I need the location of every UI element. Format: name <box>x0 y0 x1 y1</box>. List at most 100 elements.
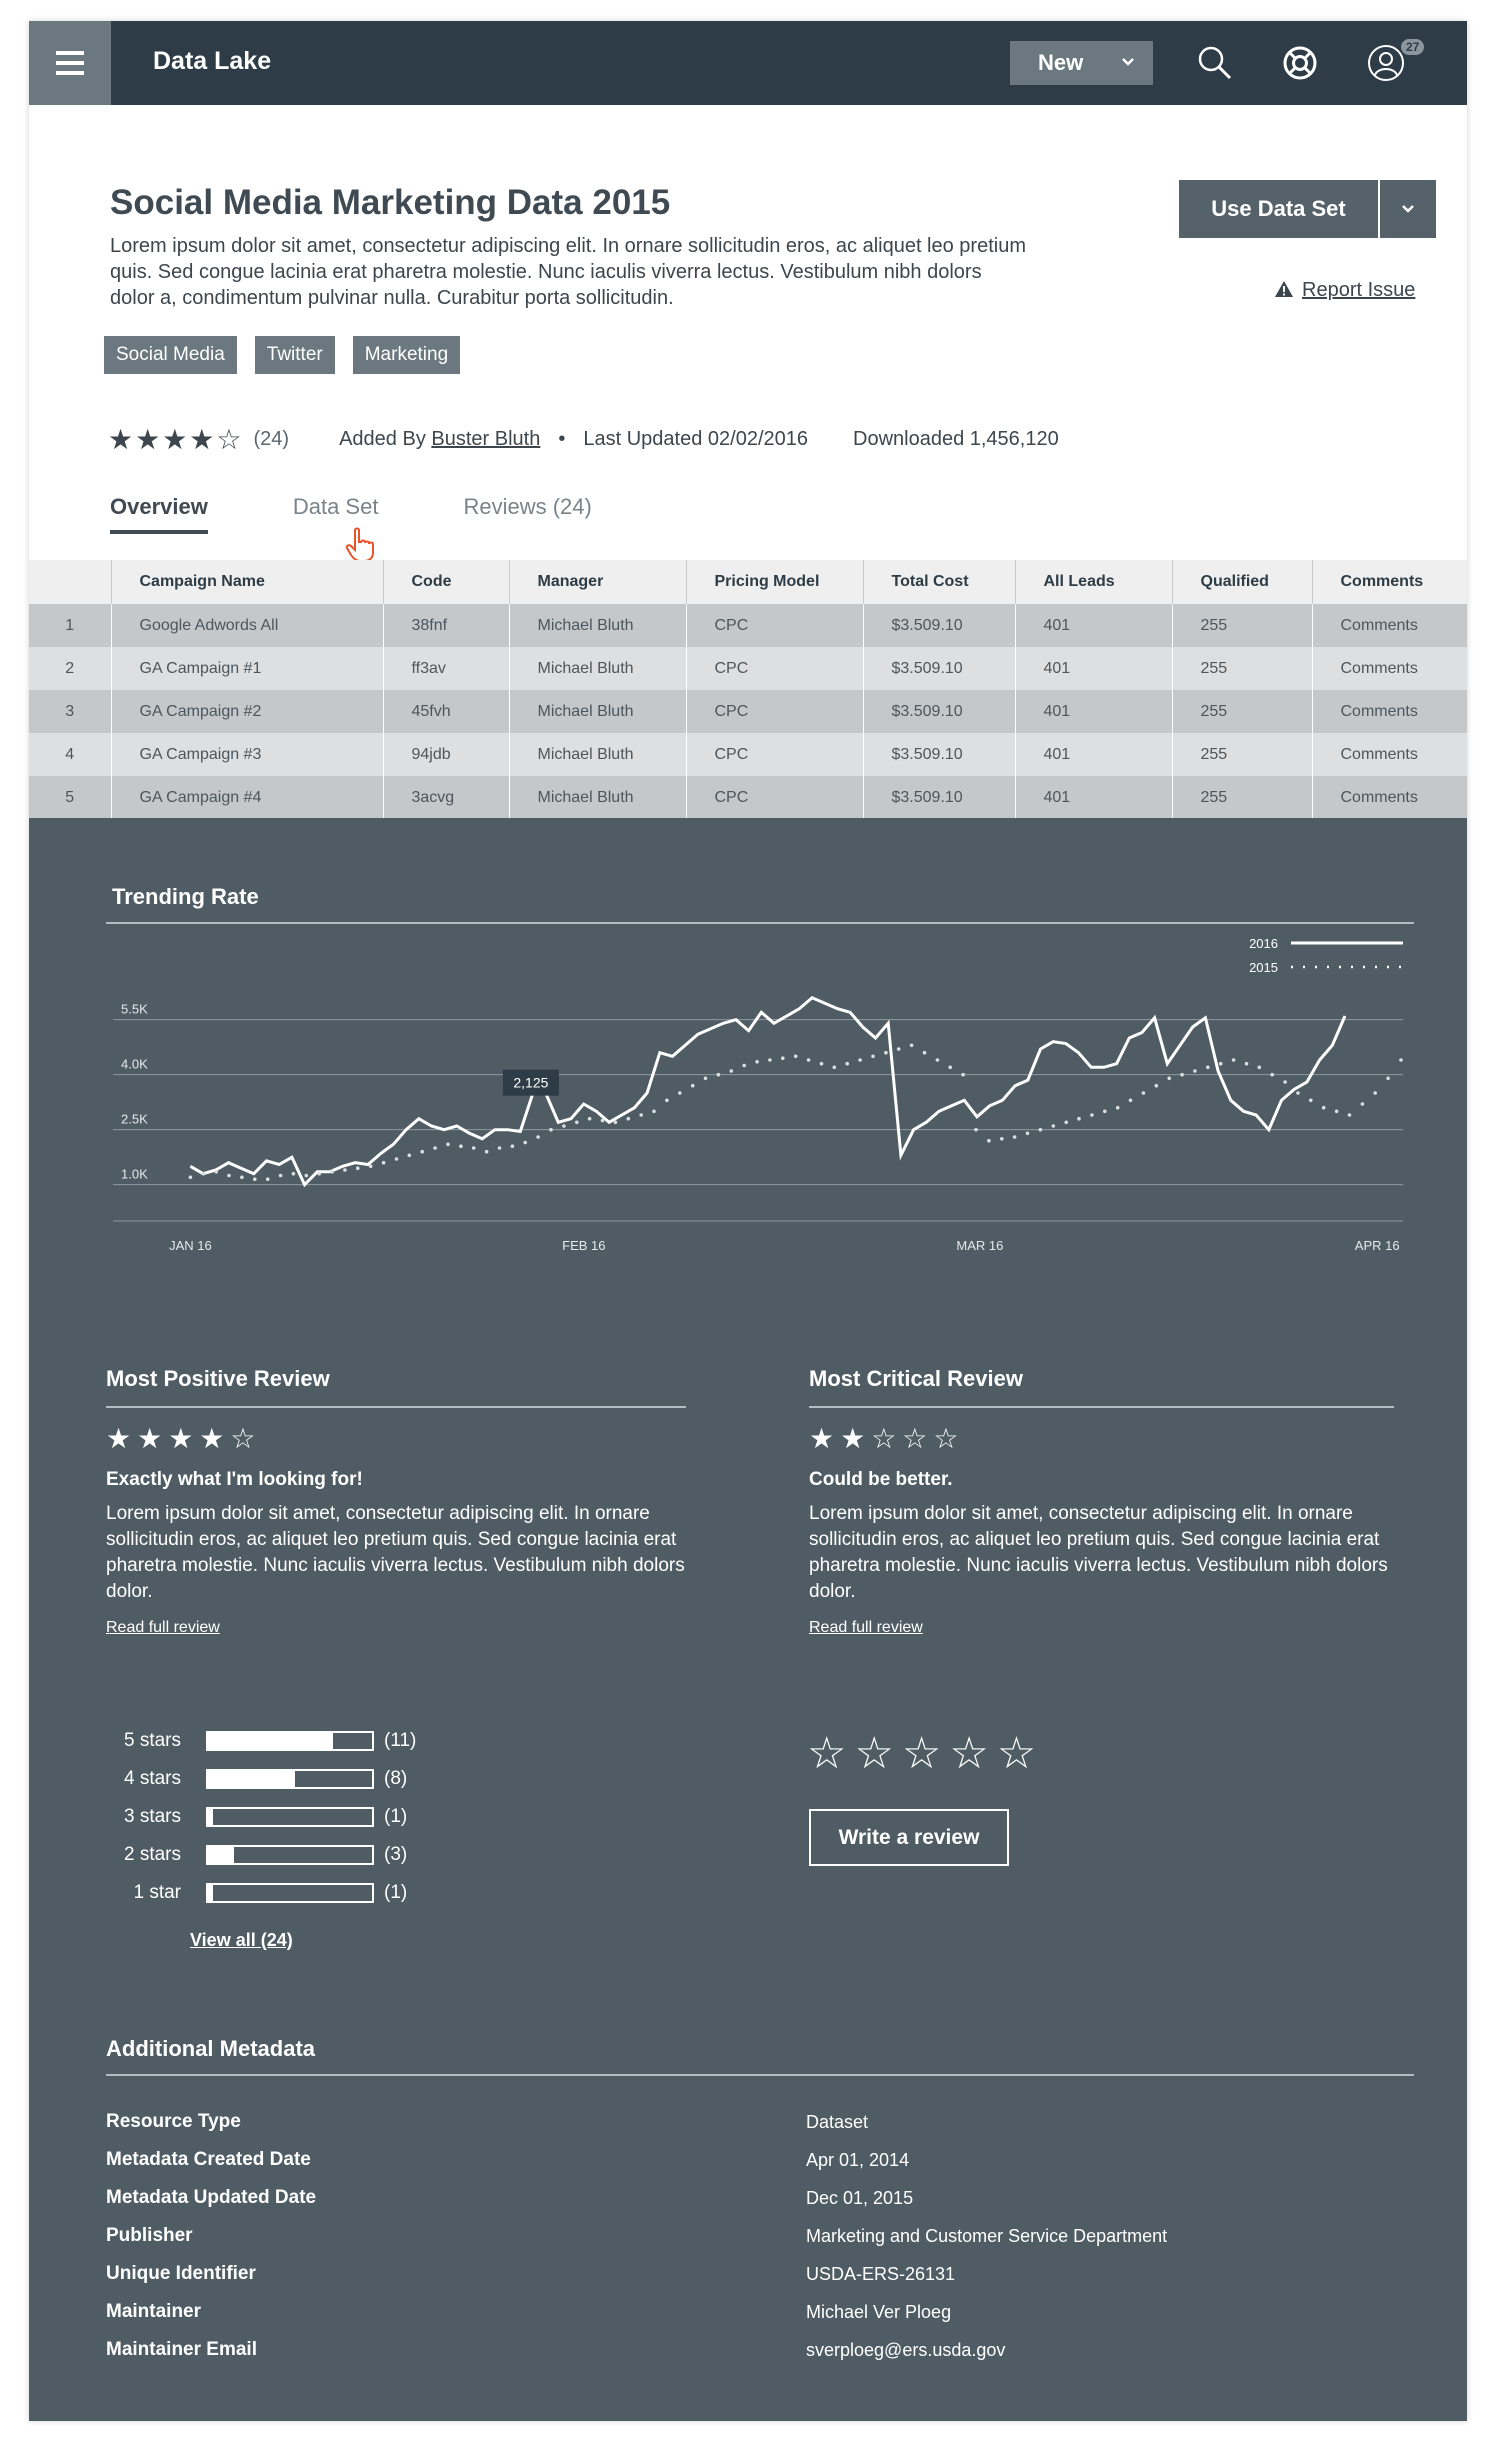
table-cell[interactable]: Comments <box>1311 647 1467 690</box>
column-header[interactable]: Manager <box>508 560 686 604</box>
data-point-2015 <box>1167 1076 1171 1081</box>
column-header[interactable]: Campaign Name <box>110 560 383 604</box>
table-row[interactable]: 2 GA Campaign #1 ff3av Michael Bluth CPC $3.5… <box>29 647 1467 690</box>
tab-reviews-label: Reviews <box>463 494 547 519</box>
metadata-key: Metadata Created Date <box>106 2149 311 2170</box>
chart-title: Trending Rate <box>112 884 259 909</box>
rating-distribution: 5 stars (11) 4 stars (8) 3 stars (1) 2 stars (3… <box>106 1722 416 1912</box>
search-icon[interactable] <box>1195 43 1235 83</box>
data-point-2015 <box>1154 1083 1159 1088</box>
table-row[interactable]: 5 GA Campaign #4 3acvg Michael Bluth CPC $3.5… <box>29 776 1467 819</box>
table-cell: CPC <box>685 733 863 776</box>
data-point-2015 <box>317 1171 321 1176</box>
data-point-2015 <box>935 1058 940 1062</box>
table-cell: 401 <box>1014 647 1172 690</box>
data-point-2015 <box>1334 1109 1339 1114</box>
tab-reviews[interactable]: Reviews (24) <box>463 494 591 534</box>
rating-distribution-row[interactable]: 2 stars (3) <box>106 1836 416 1874</box>
data-point-2015 <box>1347 1113 1352 1117</box>
menu-button[interactable] <box>29 21 111 105</box>
metadata-key: Publisher <box>106 2225 193 2246</box>
review-body: Lorem ipsum dolor sit amet, consectetur … <box>809 1503 1388 1602</box>
metadata-row: Metadata Updated Date Dec 01, 2015 <box>106 2179 1436 2217</box>
x-tick-label: FEB 16 <box>562 1238 605 1253</box>
new-button-label: New <box>1038 50 1084 75</box>
data-point-2015 <box>265 1177 270 1181</box>
tab-overview[interactable]: Overview <box>110 494 208 534</box>
most-critical-review: Most Critical Review ★★☆☆☆ Could be bett… <box>809 1366 1394 1637</box>
data-point-2015 <box>1386 1076 1390 1081</box>
column-header[interactable]: All Leads <box>1014 560 1172 604</box>
data-point-2015 <box>446 1142 450 1147</box>
rating-bar-fill <box>208 1733 333 1749</box>
new-button[interactable]: New <box>1010 41 1153 85</box>
dataset-meta-row: ★★★★☆ (24) Added By Buster Bluth • Last … <box>108 423 1059 456</box>
notification-badge: 27 <box>1401 39 1425 55</box>
tab-bar: Overview Data Set Reviews (24) <box>110 494 677 534</box>
table-cell: Michael Bluth <box>508 604 686 647</box>
data-point-2015 <box>188 1175 193 1180</box>
report-issue-link[interactable]: Report Issue <box>1274 279 1415 302</box>
tag[interactable]: Marketing <box>352 336 461 374</box>
table-cell: $3.509.10 <box>862 733 1015 776</box>
data-point-2015 <box>201 1171 206 1176</box>
rating-label: 4 stars <box>123 1768 181 1789</box>
data-point-2015 <box>368 1164 373 1169</box>
data-point-2015 <box>1244 1061 1249 1066</box>
metadata-row: Maintainer Michael Ver Ploeg <box>106 2293 1436 2331</box>
rating-distribution-row[interactable]: 3 stars (1) <box>106 1798 416 1836</box>
column-header[interactable] <box>29 560 111 604</box>
column-header[interactable]: Total Cost <box>862 560 1015 604</box>
use-data-set-button[interactable]: Use Data Set <box>1179 180 1378 238</box>
column-header[interactable]: Code <box>382 560 509 604</box>
read-full-review-link[interactable]: Read full review <box>809 1619 923 1637</box>
table-row[interactable]: 3 GA Campaign #2 45fvh Michael Bluth CPC $3.5… <box>29 690 1467 733</box>
user-avatar-icon[interactable] <box>1366 43 1406 83</box>
help-lifebuoy-icon[interactable] <box>1280 43 1320 83</box>
table-cell: 401 <box>1014 690 1172 733</box>
data-point-2015 <box>793 1054 798 1059</box>
metadata-key: Maintainer Email <box>106 2339 257 2360</box>
legend-label: 2016 <box>1249 936 1278 951</box>
table-cell[interactable]: Comments <box>1311 733 1467 776</box>
rating-distribution-row[interactable]: 5 stars (11) <box>106 1722 416 1760</box>
data-point-2015 <box>896 1047 901 1051</box>
table-row[interactable]: 4 GA Campaign #3 94jdb Michael Bluth CPC $3.5… <box>29 733 1467 776</box>
review-stars: ★★★★☆ <box>106 1423 262 1454</box>
dataset-description: Lorem ipsum dolor sit amet, consectetur … <box>110 235 1026 309</box>
view-all-reviews-link[interactable]: View all (24) <box>190 1930 293 1951</box>
table-cell: $3.509.10 <box>862 604 1015 647</box>
table-cell: GA Campaign #4 <box>110 776 383 819</box>
table-cell[interactable]: Comments <box>1311 604 1467 647</box>
metadata-row: Publisher Marketing and Customer Service … <box>106 2217 1436 2255</box>
column-header[interactable]: Comments <box>1311 560 1467 604</box>
data-point-2015 <box>1077 1116 1081 1121</box>
metadata-value: USDA-ERS-26131 <box>806 2263 956 2284</box>
rating-distribution-row[interactable]: 4 stars (8) <box>106 1760 416 1798</box>
data-point-2015 <box>678 1091 682 1095</box>
author-link[interactable]: Buster Bluth <box>431 428 540 451</box>
data-point-2015 <box>214 1170 218 1174</box>
table-cell: 255 <box>1171 776 1312 819</box>
column-header[interactable]: Qualified <box>1171 560 1312 604</box>
table-row[interactable]: 1 Google Adwords All 38fnf Michael Bluth CPC… <box>29 604 1467 647</box>
data-point-2015 <box>484 1149 489 1154</box>
read-full-review-link[interactable]: Read full review <box>106 1619 220 1637</box>
table-cell[interactable]: Comments <box>1311 690 1467 733</box>
rate-stars-input[interactable]: ☆☆☆☆☆ <box>807 1728 1044 1779</box>
table-cell[interactable]: Comments <box>1311 776 1467 819</box>
data-point-2015 <box>858 1058 862 1062</box>
column-header[interactable]: Pricing Model <box>685 560 863 604</box>
data-point-2015 <box>343 1168 347 1172</box>
tag[interactable]: Twitter <box>254 336 335 374</box>
use-data-set-dropdown[interactable] <box>1380 180 1436 238</box>
data-point-2015 <box>510 1144 515 1148</box>
table-cell: 255 <box>1171 733 1312 776</box>
data-point-2015 <box>845 1061 849 1066</box>
tag[interactable]: Social Media <box>104 336 237 374</box>
data-point-2015 <box>407 1153 412 1158</box>
data-point-2015 <box>819 1061 824 1066</box>
write-review-button[interactable]: Write a review <box>809 1809 1009 1866</box>
rating-distribution-row[interactable]: 1 star (1) <box>106 1874 416 1912</box>
data-point-2015 <box>304 1173 309 1178</box>
